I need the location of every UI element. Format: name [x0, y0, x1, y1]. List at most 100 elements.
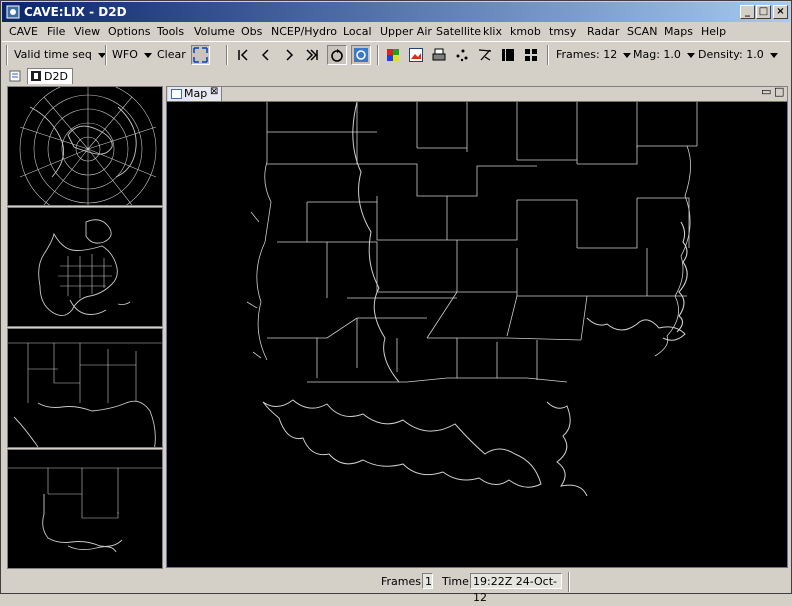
menu-file[interactable]: File — [47, 25, 65, 38]
menu-maps[interactable]: Maps — [664, 25, 693, 38]
menu-upper-air[interactable]: Upper Air — [380, 25, 432, 38]
toolbar-separator — [105, 45, 107, 65]
frames-label: Frames: 12 — [556, 48, 618, 61]
scale-dropdown[interactable]: WFO — [112, 46, 152, 64]
menu-scan[interactable]: SCAN — [627, 25, 657, 38]
prev-frame-button[interactable] — [258, 47, 274, 63]
grid-icon — [525, 49, 537, 61]
tab-map-label: Map — [184, 87, 208, 100]
film-icon — [31, 71, 41, 81]
menu-kmob[interactable]: kmob — [510, 25, 541, 38]
window-title: CAVE:LIX - D2D — [24, 5, 127, 19]
toolbar-separator — [547, 45, 549, 65]
frames-status-label: Frames: — [381, 575, 425, 588]
last-frame-icon — [306, 49, 318, 61]
title-bar[interactable]: CAVE:LIX - D2D _ □ × — [2, 2, 790, 22]
north-america-map — [38, 219, 131, 316]
menu-tools[interactable]: Tools — [157, 25, 184, 38]
scale-label: WFO — [112, 48, 138, 61]
side-pane-north-america[interactable] — [7, 207, 163, 327]
points-icon — [456, 49, 468, 62]
time-status-label: Time: — [442, 575, 473, 588]
tab-d2d-label: D2D — [44, 70, 68, 83]
county-map — [246, 102, 698, 497]
map-tab-icon — [171, 89, 182, 99]
side-pane-southeast-us[interactable] — [7, 328, 163, 448]
menu-tmsy[interactable]: tmsy — [549, 25, 576, 38]
close-icon[interactable]: ⊠ — [210, 86, 218, 97]
chevron-right-icon — [286, 49, 294, 61]
printer-icon — [432, 48, 446, 61]
density-dropdown[interactable]: Density: 1.0 — [698, 46, 778, 64]
regional-map — [8, 342, 162, 447]
image-icon — [409, 48, 423, 62]
chevron-down-icon — [623, 52, 632, 58]
menu-ncep-hydro[interactable]: NCEP/Hydro — [271, 25, 337, 38]
first-frame-icon — [238, 49, 248, 61]
status-bar: Frames: 1 Time: 19:22Z 24-Oct-12 — [2, 571, 790, 604]
menu-view[interactable]: View — [74, 25, 100, 38]
side-pane-northern-hemisphere[interactable] — [7, 86, 163, 206]
zoom-extent-button[interactable] — [191, 45, 210, 65]
menu-volume[interactable]: Volume — [194, 25, 235, 38]
print-button[interactable] — [431, 47, 447, 63]
side-panes — [7, 86, 164, 569]
menu-klix[interactable]: klix — [483, 25, 502, 38]
tab-map[interactable]: Map ⊠ — [168, 86, 222, 102]
chevron-down-icon — [143, 52, 152, 58]
open-perspective-icon[interactable] — [9, 70, 21, 82]
close-button[interactable]: × — [773, 5, 788, 19]
next-frame-button[interactable] — [281, 47, 297, 63]
first-frame-button[interactable] — [235, 47, 251, 63]
loop-icon — [331, 49, 343, 62]
state-map — [8, 467, 162, 553]
maximize-view-button[interactable]: □ — [774, 85, 784, 98]
cave-window: CAVE:LIX - D2D _ □ × CAVE File View Opti… — [0, 0, 792, 604]
menu-satellite[interactable]: Satellite — [436, 25, 481, 38]
baselines-button[interactable] — [477, 47, 493, 63]
app-icon — [6, 5, 20, 19]
time-mode-label: Valid time seq — [14, 48, 92, 61]
single-panel-button[interactable] — [500, 47, 516, 63]
last-frame-button[interactable] — [304, 47, 320, 63]
panel-icon — [502, 49, 514, 61]
chevron-down-icon — [686, 52, 695, 58]
chevron-left-icon — [261, 49, 269, 61]
side-pane-louisiana[interactable] — [7, 449, 163, 569]
clear-button[interactable]: Clear — [157, 46, 186, 64]
menu-local[interactable]: Local — [343, 25, 372, 38]
menu-options[interactable]: Options — [108, 25, 150, 38]
toolbar-separator — [226, 45, 228, 65]
auto-update-button[interactable] — [351, 45, 371, 65]
time-mode-dropdown[interactable]: Valid time seq — [14, 46, 106, 64]
perspective-tab-row: D2D — [2, 67, 790, 85]
toolbar-separator — [377, 45, 379, 65]
minimize-view-button[interactable]: ▭ — [761, 85, 771, 98]
image-combination-button[interactable] — [408, 47, 424, 63]
tab-d2d[interactable]: D2D — [27, 68, 73, 84]
polar-map — [19, 87, 157, 205]
four-panel-button[interactable] — [523, 47, 539, 63]
baseline-icon — [478, 49, 492, 61]
frames-status-value: 1 — [422, 573, 433, 589]
menu-obs[interactable]: Obs — [241, 25, 262, 38]
menu-cave[interactable]: CAVE — [9, 25, 38, 38]
map-canvas[interactable] — [166, 101, 788, 568]
maximize-button[interactable]: □ — [756, 5, 771, 19]
menu-help[interactable]: Help — [701, 25, 726, 38]
mag-label: Mag: 1.0 — [633, 48, 681, 61]
map-view-header: Map ⊠ ▭ □ — [166, 85, 788, 102]
frames-dropdown[interactable]: Frames: 12 — [556, 46, 632, 64]
image-properties-button[interactable] — [385, 47, 401, 63]
color-palette-icon — [387, 49, 399, 61]
map-view: Map ⊠ ▭ □ — [166, 85, 788, 568]
time-status-value: 19:22Z 24-Oct-12 — [470, 573, 562, 604]
density-label: Density: 1.0 — [698, 48, 764, 61]
refresh-icon — [354, 48, 368, 62]
loop-button[interactable] — [327, 45, 347, 65]
minimize-button[interactable]: _ — [740, 5, 755, 19]
menu-radar[interactable]: Radar — [587, 25, 619, 38]
mag-dropdown[interactable]: Mag: 1.0 — [633, 46, 695, 64]
points-button[interactable] — [454, 47, 470, 63]
status-separator — [568, 572, 570, 592]
